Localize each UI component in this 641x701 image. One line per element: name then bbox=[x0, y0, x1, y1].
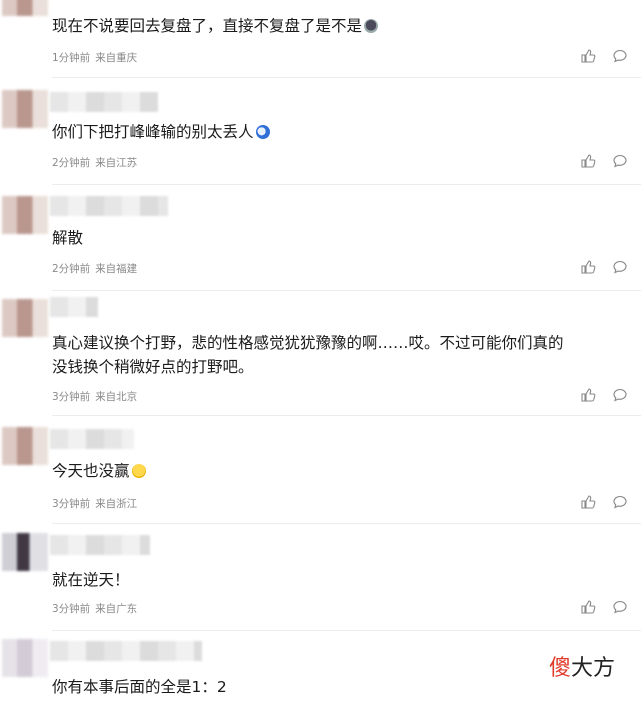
comment-text: 现在不说要回去复盘了，直接不复盘了是不是 bbox=[52, 14, 379, 38]
comment-bubble-icon[interactable] bbox=[612, 387, 628, 403]
thumbs-up-icon[interactable] bbox=[580, 153, 596, 169]
comment-meta: 3分钟前 来自广东 bbox=[52, 601, 142, 616]
comment-meta: 1分钟前 来自重庆 bbox=[52, 50, 142, 65]
thumbs-up-icon[interactable] bbox=[580, 494, 596, 510]
comment-time: 3分钟前 bbox=[52, 603, 91, 615]
thumbs-up-icon[interactable] bbox=[580, 259, 596, 275]
avatar[interactable] bbox=[2, 533, 48, 571]
comment-text: 解散 bbox=[52, 229, 84, 247]
comment-bubble-icon[interactable] bbox=[612, 48, 628, 64]
comment-meta: 3分钟前 来自浙江 bbox=[52, 496, 142, 511]
divider bbox=[52, 77, 641, 78]
thumbs-up-icon[interactable] bbox=[580, 48, 596, 64]
divider bbox=[52, 415, 641, 416]
divider bbox=[52, 523, 641, 524]
thumbs-up-icon[interactable] bbox=[580, 387, 596, 403]
comment-time: 3分钟前 bbox=[52, 391, 91, 403]
username-blurred[interactable] bbox=[50, 196, 168, 216]
username-blurred[interactable] bbox=[50, 641, 202, 661]
comment-text: 你们下把打峰峰输的别太丢人 bbox=[52, 120, 270, 144]
comment-location: 来自广东 bbox=[95, 603, 138, 615]
divider bbox=[52, 290, 641, 291]
comment-location: 来自浙江 bbox=[95, 498, 138, 510]
avatar[interactable] bbox=[2, 196, 48, 234]
comment-bubble-icon[interactable] bbox=[612, 599, 628, 615]
avatar[interactable] bbox=[2, 639, 48, 677]
username-blurred[interactable] bbox=[50, 92, 158, 112]
comment-text-line2: 没钱换个稍微好点的打野吧。 bbox=[52, 358, 254, 376]
emoji-icon bbox=[255, 125, 270, 139]
comment-meta: 3分钟前 来自北京 bbox=[52, 389, 142, 404]
comment-time: 2分钟前 bbox=[52, 157, 91, 169]
comment-location: 来自江苏 bbox=[95, 157, 138, 169]
emoji-icon bbox=[131, 464, 146, 478]
comment-text: 就在逆天！ bbox=[52, 571, 130, 589]
avatar[interactable] bbox=[2, 299, 48, 337]
comment-text: 今天也没赢 bbox=[52, 459, 146, 483]
comment-meta: 2分钟前 来自江苏 bbox=[52, 155, 142, 170]
comment-time: 3分钟前 bbox=[52, 498, 91, 510]
divider bbox=[52, 630, 641, 631]
username-blurred[interactable] bbox=[50, 535, 150, 555]
avatar[interactable] bbox=[2, 427, 48, 465]
comment-location: 来自北京 bbox=[95, 391, 138, 403]
comment-meta: 2分钟前 来自福建 bbox=[52, 261, 142, 276]
watermark-logo: 傻大方 bbox=[549, 650, 615, 682]
username-blurred[interactable] bbox=[50, 297, 98, 317]
comment-location: 来自重庆 bbox=[95, 52, 138, 64]
thumbs-up-icon[interactable] bbox=[580, 599, 596, 615]
comment-bubble-icon[interactable] bbox=[612, 494, 628, 510]
emoji-icon bbox=[364, 19, 379, 33]
comment-text: 真心建议换个打野，悲的性格感觉犹犹豫豫的啊……哎。不过可能你们真的 bbox=[52, 334, 564, 352]
watermark-rest: 大方 bbox=[571, 656, 616, 681]
comment-text: 你有本事后面的全是1：2 bbox=[52, 678, 227, 696]
avatar[interactable] bbox=[2, 0, 48, 16]
divider bbox=[52, 184, 641, 185]
watermark-accent: 傻 bbox=[549, 656, 572, 681]
comment-location: 来自福建 bbox=[95, 263, 138, 275]
comment-bubble-icon[interactable] bbox=[612, 153, 628, 169]
comment-time: 1分钟前 bbox=[52, 52, 91, 64]
avatar[interactable] bbox=[2, 90, 48, 128]
comment-time: 2分钟前 bbox=[52, 263, 91, 275]
username-blurred[interactable] bbox=[50, 429, 134, 449]
comment-bubble-icon[interactable] bbox=[612, 259, 628, 275]
